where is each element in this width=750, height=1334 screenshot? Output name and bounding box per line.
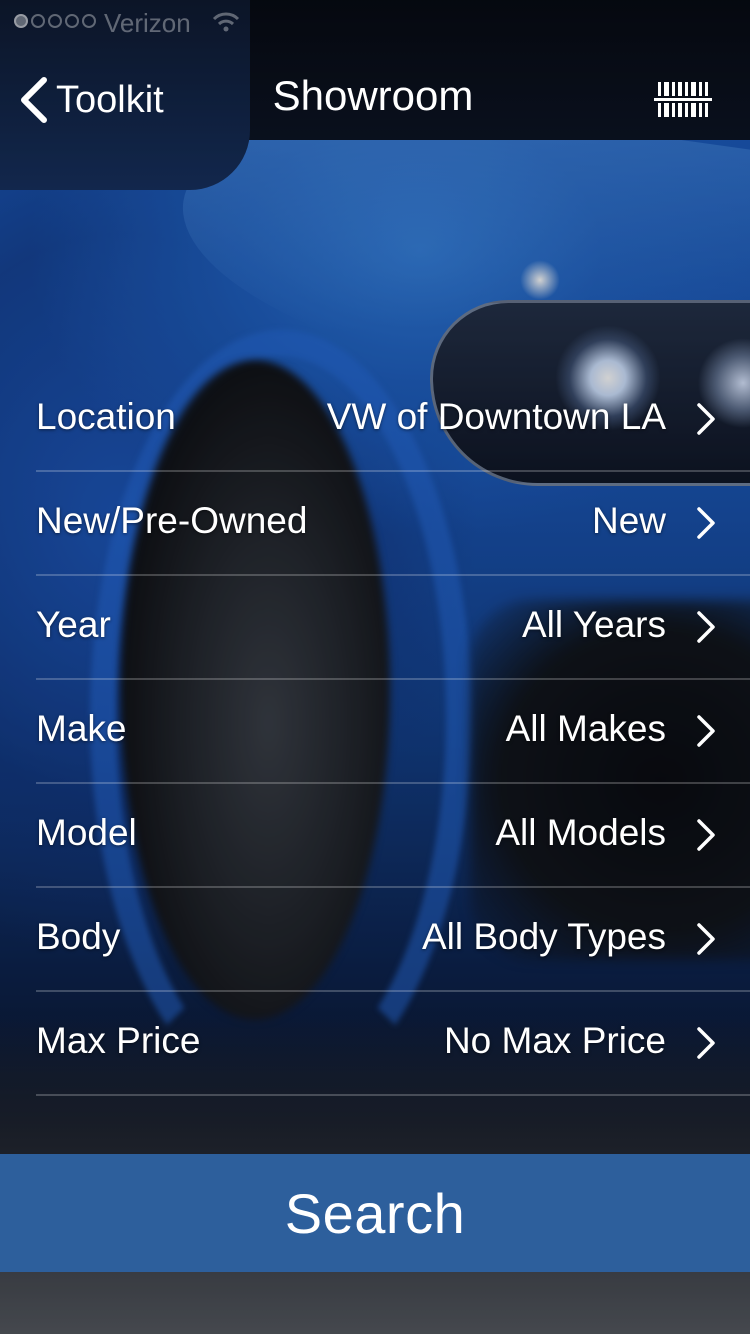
filter-row-make[interactable]: Make All Makes [36,680,750,784]
filter-value: All Body Types [421,916,666,957]
chevron-right-icon [697,819,715,851]
filter-value: New [591,500,666,541]
filter-row-model[interactable]: Model All Models [36,784,750,888]
carrier-name: Verizon [104,8,191,38]
wifi-icon [212,12,240,32]
filter-row-year[interactable]: Year All Years [36,576,750,680]
chevron-right-icon [697,1027,715,1059]
filter-row-new-pre-owned[interactable]: New/Pre-Owned New [36,472,750,576]
filter-row-location[interactable]: Location VW of Downtown LA [36,368,750,472]
navigation-bar: Toolkit Showroom [0,60,750,140]
filter-label: Model [36,812,137,853]
filter-label: Body [36,916,121,957]
search-button[interactable]: Search [0,1154,750,1272]
page-title: Showroom [272,72,474,119]
barcode-scan-icon[interactable] [654,76,712,124]
filter-value: All Makes [505,708,666,749]
filter-label: Make [36,708,127,749]
filter-label: New/Pre-Owned [36,500,308,541]
chevron-right-icon [697,403,715,435]
filter-label: Max Price [36,1020,201,1061]
filter-row-body[interactable]: Body All Body Types [36,888,750,992]
filter-value: All Models [495,812,666,853]
chevron-right-icon [697,715,715,747]
signal-strength-icon [14,14,96,28]
chevron-right-icon [697,611,715,643]
chevron-right-icon [697,507,715,539]
search-button-label: Search [284,1181,466,1245]
filter-label: Location [36,396,176,437]
filter-label: Year [36,604,111,645]
showroom-screen: Verizon Toolkit Showroom Location VW of … [0,0,750,1334]
filter-value: All Years [522,604,666,645]
chevron-right-icon [697,923,715,955]
status-bar: Verizon [0,0,750,40]
filter-row-max-price[interactable]: Max Price No Max Price [36,992,750,1096]
filter-value: VW of Downtown LA [326,396,666,437]
filter-value: No Max Price [443,1020,666,1061]
filter-list: Location VW of Downtown LA New/Pre-Owned… [36,368,750,1096]
